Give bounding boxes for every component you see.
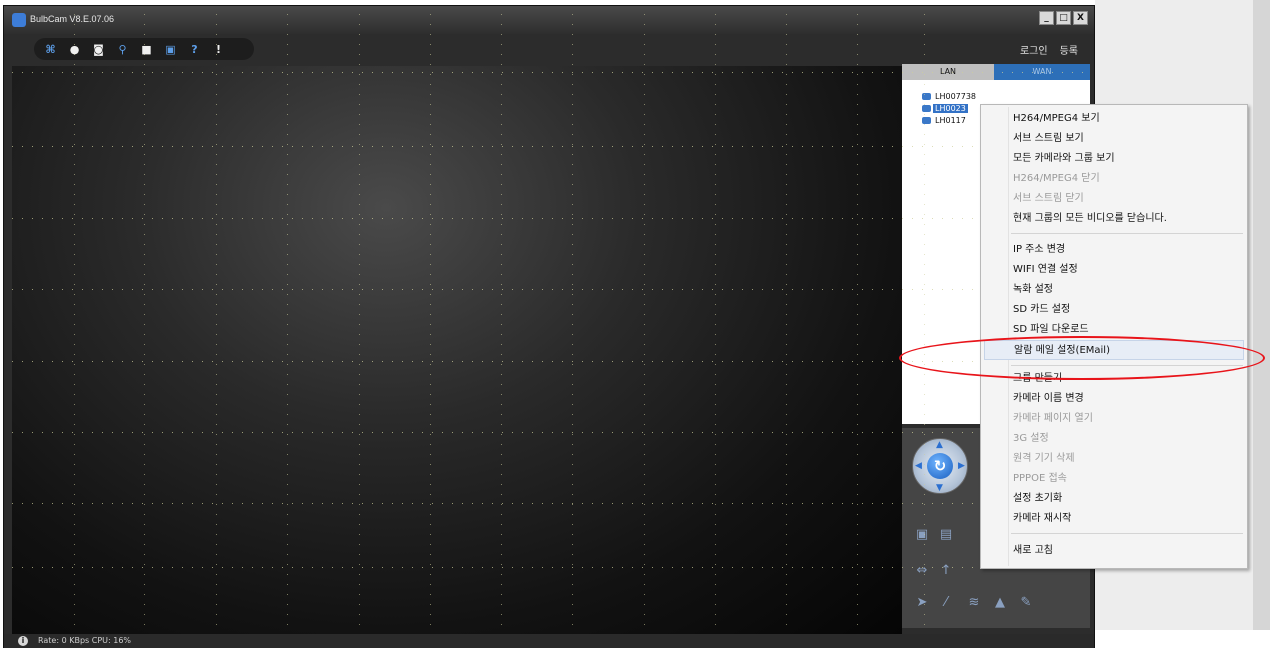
grid-line — [572, 14, 573, 634]
menu-item-view-all[interactable]: 모든 카메라와 그룹 보기 — [1013, 149, 1115, 169]
arrow-right-icon[interactable]: ▶ — [958, 461, 965, 471]
status-info-icon: i — [18, 636, 28, 646]
device-item[interactable]: LH0117 — [922, 115, 968, 126]
grid-line — [501, 14, 502, 634]
menu-separator — [1011, 533, 1243, 534]
menu-item-refresh[interactable]: 새로 고침 — [1013, 541, 1053, 561]
arrow-up-icon[interactable]: ▲ — [936, 440, 943, 450]
grid-line — [12, 432, 1092, 433]
save-icon[interactable]: ▣ — [164, 43, 177, 56]
menu-separator — [1011, 233, 1243, 234]
grid-line — [12, 146, 1092, 147]
arrow-down-icon[interactable]: ▼ — [936, 483, 943, 493]
menu-item-h264-view[interactable]: H264/MPEG4 보기 — [1013, 109, 1100, 129]
grid-line — [924, 14, 925, 634]
login-link[interactable]: 로그인 — [1020, 42, 1048, 57]
screen: BulbCam V8.E.07.06 _ □ X ⌘ ● ◙ ⚲ ■ ▣ ? !… — [0, 0, 1270, 648]
app-logo-icon — [12, 13, 26, 27]
menu-item-3g-settings[interactable]: 3G 설정 — [1013, 429, 1049, 449]
close-button[interactable]: X — [1073, 11, 1088, 25]
device-label: LH0023 — [933, 104, 968, 113]
video-view[interactable] — [12, 66, 902, 634]
grid-line — [144, 14, 145, 634]
grid-line — [430, 14, 431, 634]
device-label: LH0117 — [935, 116, 966, 125]
maximize-button[interactable]: □ — [1056, 11, 1071, 25]
pointer-icon[interactable]: ➤ — [914, 596, 930, 610]
window-controls: _ □ X — [1039, 11, 1088, 25]
menu-item-sd-settings[interactable]: SD 카드 설정 — [1013, 300, 1070, 320]
desktop-scroll-edge — [1253, 0, 1270, 630]
menu-item-wifi-settings[interactable]: WIFI 연결 설정 — [1013, 260, 1078, 280]
grid-line — [12, 72, 1092, 73]
device-label: LH007738 — [935, 92, 977, 101]
info-icon[interactable]: ! — [212, 43, 225, 56]
wrench-icon[interactable]: ✎ — [1018, 596, 1034, 610]
menu-item-record-settings[interactable]: 녹화 설정 — [1013, 280, 1053, 300]
grid-line — [857, 14, 858, 634]
menu-item-restart-camera[interactable]: 카메라 재시작 — [1013, 509, 1071, 529]
app-title: BulbCam V8.E.07.06 — [30, 14, 115, 24]
grid-line — [287, 14, 288, 634]
highlight-ellipse — [899, 336, 1265, 380]
title-bar[interactable]: BulbCam V8.E.07.06 _ □ X — [4, 6, 1094, 34]
clip-icon[interactable]: ▤ — [938, 528, 954, 542]
device-item-selected[interactable]: LH0023 — [922, 103, 968, 114]
menu-item-h264-close[interactable]: H264/MPEG4 닫기 — [1013, 169, 1100, 189]
menu-item-reset-settings[interactable]: 설정 초기화 — [1013, 489, 1062, 509]
menu-item-close-group-videos[interactable]: 현재 그룹의 모든 비디오를 닫습니다. — [1013, 209, 1167, 229]
light-icon[interactable]: ⁄ — [938, 596, 954, 610]
arrow-left-icon[interactable]: ◀ — [915, 461, 922, 471]
ptz-joystick[interactable]: ▲ ▼ ◀ ▶ ↻ — [912, 438, 968, 494]
menu-item-open-camera-page[interactable]: 카메라 페이지 열기 — [1013, 409, 1093, 429]
record-camera-icon[interactable]: ▣ — [914, 528, 930, 542]
menu-gutter — [1008, 107, 1009, 566]
status-bar: i Rate: 0 KBps CPU: 16% — [4, 634, 1094, 648]
grid-line — [359, 14, 360, 634]
grid-line — [12, 218, 1092, 219]
menu-item-rename-camera[interactable]: 카메라 이름 변경 — [1013, 389, 1084, 409]
menu-item-ip-change[interactable]: IP 주소 변경 — [1013, 240, 1065, 260]
ptz-center-icon[interactable]: ↻ — [927, 453, 953, 479]
alarm-icon[interactable]: ▲ — [992, 596, 1008, 610]
grid-line — [644, 14, 645, 634]
status-text: Rate: 0 KBps CPU: 16% — [38, 636, 132, 645]
menu-item-pppoe[interactable]: PPPOE 접속 — [1013, 469, 1067, 489]
lock-icon[interactable]: ■ — [140, 43, 153, 56]
grid-line — [786, 14, 787, 634]
grid-line — [12, 289, 1092, 290]
grid-line — [715, 14, 716, 634]
grid-line — [12, 567, 1092, 568]
help-icon[interactable]: ? — [188, 43, 201, 56]
wifi-icon[interactable]: ≋ — [966, 596, 982, 610]
search-icon[interactable]: ⚲ — [116, 43, 129, 56]
register-link[interactable]: 등록 — [1060, 42, 1078, 57]
grid-line — [74, 14, 75, 634]
camera-icon[interactable]: ◙ — [92, 43, 105, 56]
account-links: 로그인 등록 — [1020, 42, 1078, 57]
menu-item-delete-remote[interactable]: 원격 기기 삭제 — [1013, 449, 1075, 469]
app-window: BulbCam V8.E.07.06 _ □ X ⌘ ● ◙ ⚲ ■ ▣ ? !… — [3, 5, 1095, 648]
minimize-button[interactable]: _ — [1039, 11, 1054, 25]
network-icon[interactable]: ⌘ — [44, 43, 57, 56]
menu-item-substream-close[interactable]: 서브 스트림 닫기 — [1013, 189, 1084, 209]
grid-line — [216, 14, 217, 634]
menu-item-substream-view[interactable]: 서브 스트림 보기 — [1013, 129, 1084, 149]
device-item[interactable]: LH007738 — [922, 91, 978, 102]
grid-line — [12, 503, 1092, 504]
